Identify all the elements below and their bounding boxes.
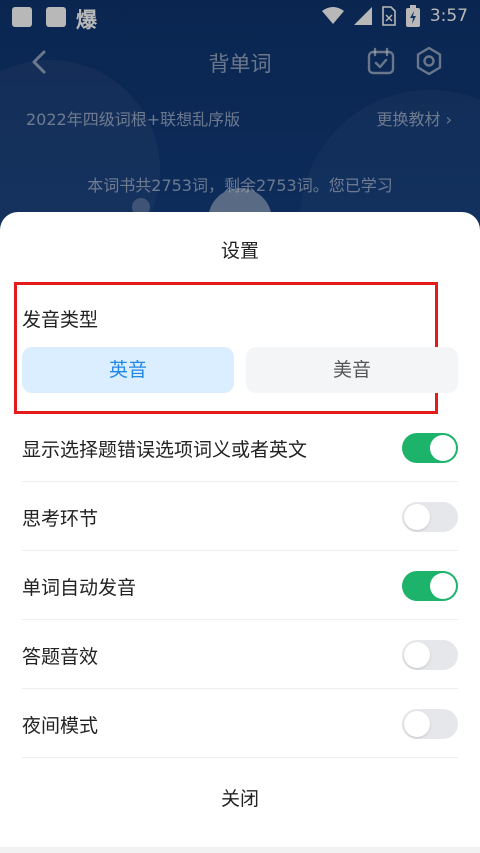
pronunciation-label: 发音类型 — [22, 309, 99, 331]
toggle-switch[interactable] — [402, 433, 458, 463]
setting-row-show-wrong-options: 显示选择题错误选项词义或者英文 — [22, 414, 458, 482]
toggle-knob — [404, 711, 430, 737]
settings-sheet: 设置 发音类型 英音 美音 显示选择题错误选项词义或者英文 思考环节 单词自动发… — [0, 212, 480, 853]
setting-label: 单词自动发音 — [22, 577, 137, 599]
setting-label: 夜间模式 — [22, 715, 99, 737]
sheet-title: 设置 — [220, 240, 259, 262]
setting-label: 思考环节 — [22, 508, 99, 530]
toggle-knob — [430, 435, 456, 461]
system-nav-bar — [0, 847, 480, 853]
toggle-knob — [404, 504, 430, 530]
setting-label: 显示选择题错误选项词义或者英文 — [22, 439, 308, 461]
toggle-knob — [430, 573, 456, 599]
toggle-switch[interactable] — [402, 571, 458, 601]
setting-row-night-mode: 夜间模式 — [22, 690, 458, 758]
toggle-switch[interactable] — [402, 640, 458, 670]
toggle-knob — [404, 642, 430, 668]
pronunciation-option-uk[interactable]: 英音 — [22, 347, 234, 393]
toggle-switch[interactable] — [402, 709, 458, 739]
setting-row-answer-sound: 答题音效 — [22, 621, 458, 689]
setting-row-auto-pronounce: 单词自动发音 — [22, 552, 458, 620]
toggle-switch[interactable] — [402, 502, 458, 532]
setting-row-thinking: 思考环节 — [22, 483, 458, 551]
close-button[interactable]: 关闭 — [0, 784, 480, 811]
setting-label: 答题音效 — [22, 646, 99, 668]
pronunciation-option-us[interactable]: 美音 — [246, 347, 458, 393]
